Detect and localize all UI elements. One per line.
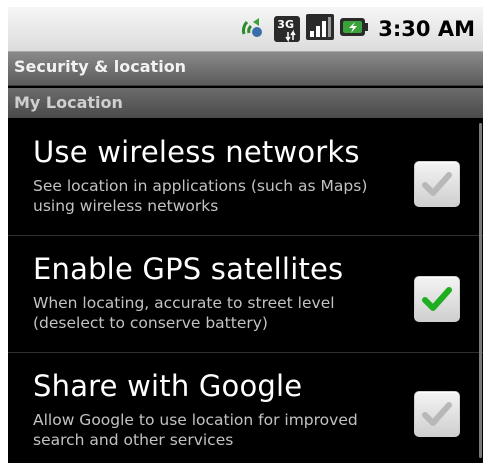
status-icons: 3G 3:30 AM [238,13,475,45]
page-title: Security & location [14,57,187,76]
checkmark-icon [422,287,452,311]
share-with-google-checkbox[interactable] [414,391,460,437]
section-header-my-location: My Location [8,88,483,118]
title-bar: Security & location [8,52,483,86]
checkmark-icon [422,402,452,426]
signal-icon [306,14,335,44]
section-header-label: My Location [14,93,123,112]
wireless-networks-checkbox[interactable] [414,161,460,207]
status-bar: 3G 3:30 AM [8,7,483,52]
status-time: 3:30 AM [378,17,475,41]
setting-row-wireless-networks[interactable]: Use wireless networks See location in ap… [8,119,483,236]
checkmark-icon [422,172,452,196]
setting-title: Use wireless networks [33,135,360,169]
scrollbar[interactable] [479,123,482,458]
setting-title: Enable GPS satellites [33,252,344,286]
setting-summary: When locating, accurate to street level … [33,294,335,332]
battery-charging-icon [340,15,369,43]
setting-summary: See location in applications (such as Ma… [33,177,368,215]
phone-screen: 3G 3:30 AM Security & location My Locati… [8,7,483,463]
setting-row-share-with-google[interactable]: Share with Google Allow Google to use lo… [8,353,483,463]
3g-icon: 3G [274,16,301,42]
setting-row-gps-satellites[interactable]: Enable GPS satellites When locating, acc… [8,236,483,353]
sync-icon [238,14,268,44]
gps-satellites-checkbox[interactable] [414,276,460,322]
setting-title: Share with Google [33,369,303,403]
setting-summary: Allow Google to use location for improve… [33,411,358,449]
